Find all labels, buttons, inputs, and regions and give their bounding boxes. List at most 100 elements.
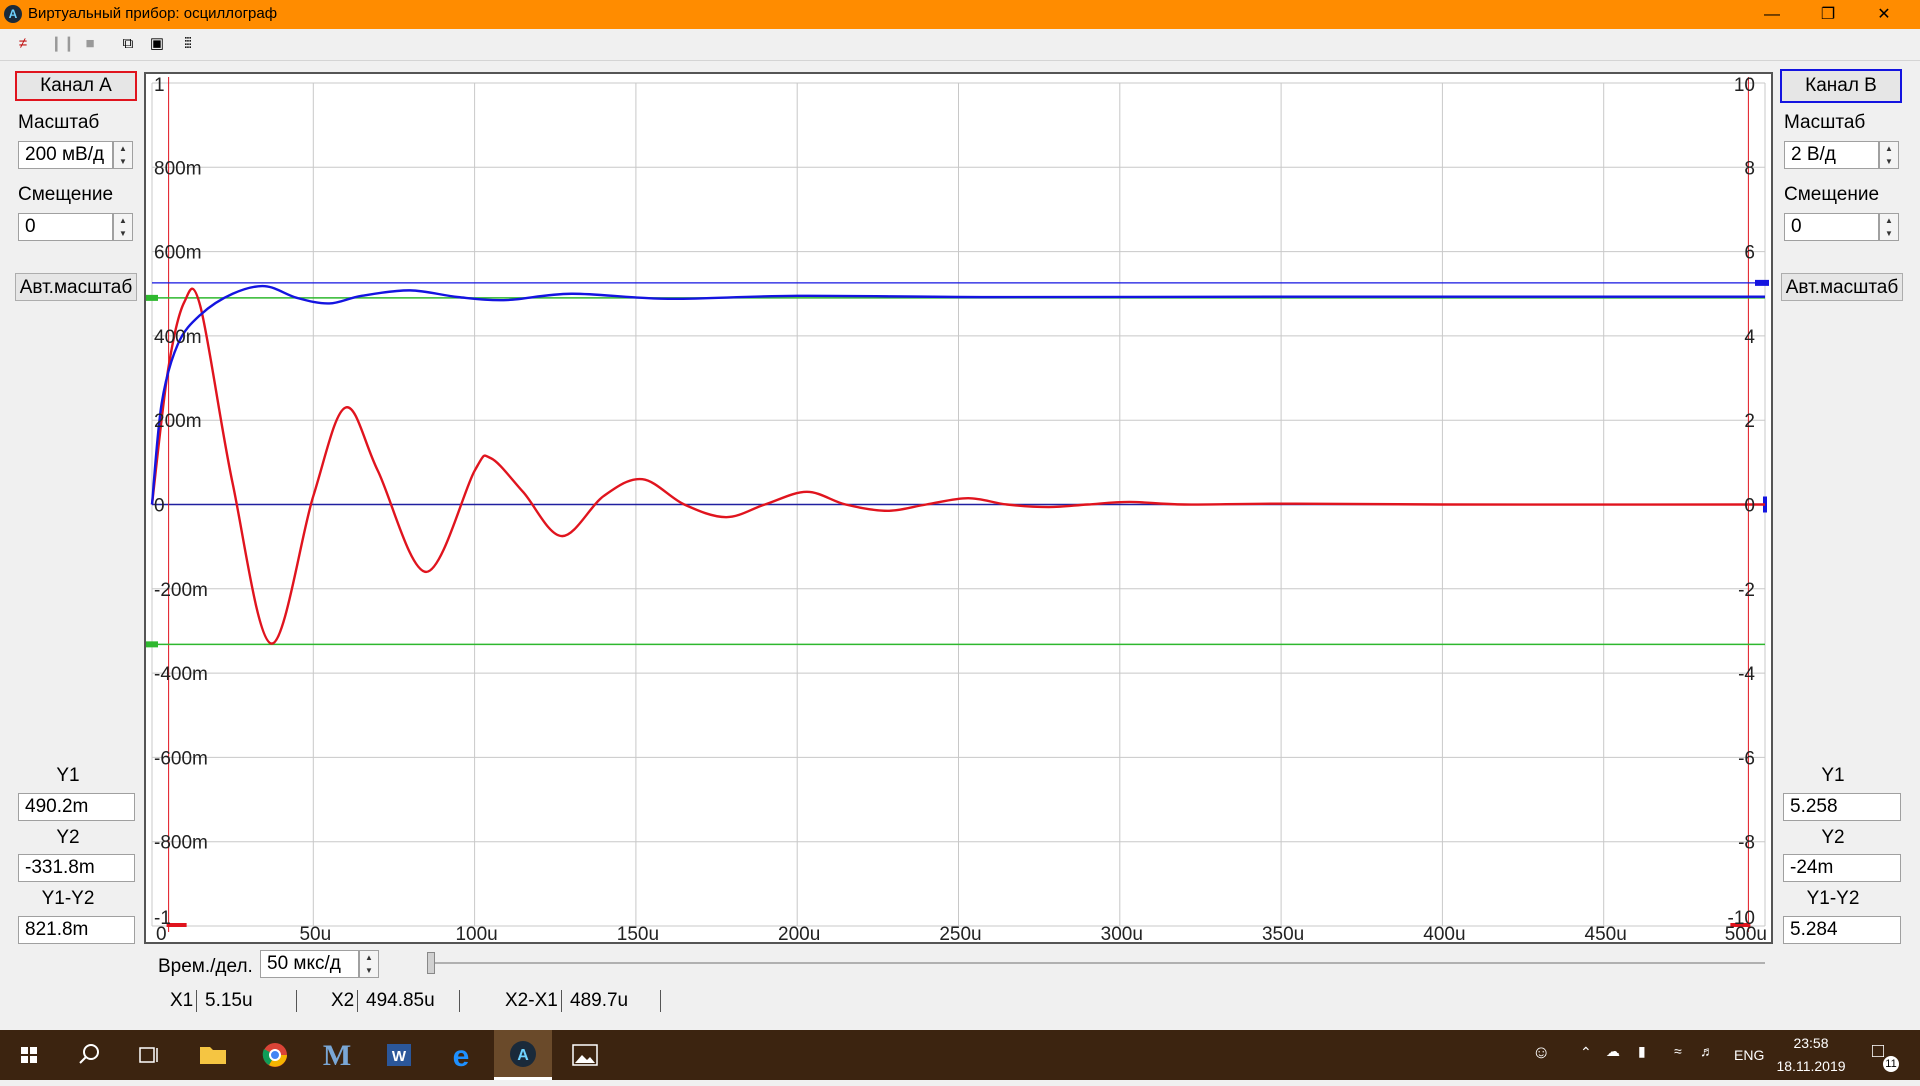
- channel-a-diff-label: Y1-Y2: [41, 888, 95, 909]
- time-slider-track[interactable]: [430, 962, 1765, 964]
- y-right-tick-label: -2: [1738, 580, 1755, 601]
- channel-b-scale-stepper[interactable]: ▲ ▼: [1879, 141, 1899, 169]
- oscilloscope-app-icon[interactable]: A: [494, 1030, 552, 1080]
- y-left-tick-label: 1: [154, 75, 165, 96]
- oscilloscope-plot[interactable]: 0 50u 100u 150u 200u 250u 300u 350u 400u 450u 500u…: [144, 72, 1773, 944]
- y-left-tick-label: 200m: [154, 411, 202, 432]
- y-left-tick-label: 400m: [154, 327, 202, 348]
- svg-text:M: M: [323, 1039, 351, 1072]
- channel-a-diff-value: 821.8m: [18, 916, 135, 944]
- cursor-y1-handle: [146, 294, 158, 301]
- cursor-right-y1-handle: [1755, 279, 1769, 286]
- x1-value: 5.15u: [196, 990, 295, 1012]
- x-tick-label: 250u: [939, 924, 981, 944]
- m-app-icon[interactable]: M: [308, 1030, 366, 1080]
- channel-a-button[interactable]: Канал А: [15, 71, 137, 101]
- dx-value-end: [660, 990, 661, 1012]
- clock-time[interactable]: 23:58: [1776, 1035, 1846, 1051]
- x1-label: X1: [170, 990, 194, 1011]
- y-left-tick-label: 600m: [154, 243, 202, 264]
- onedrive-icon[interactable]: ☁: [1606, 1043, 1620, 1060]
- channel-b-offset-label: Смещение: [1784, 184, 1880, 205]
- close-icon[interactable]: ✕: [1856, 0, 1912, 29]
- x2-value-end: [459, 990, 460, 1012]
- channel-b-offset-stepper[interactable]: ▲ ▼: [1879, 213, 1899, 241]
- channel-a-scale-label: Масштаб: [18, 112, 100, 133]
- svg-text:W: W: [392, 1048, 407, 1065]
- time-slider-thumb[interactable]: [427, 952, 435, 974]
- x1-value-end: [296, 990, 297, 1012]
- y-right-tick-label: -8: [1738, 833, 1755, 854]
- channel-a-scale-stepper[interactable]: ▲ ▼: [113, 141, 133, 169]
- language-indicator[interactable]: ENG: [1734, 1047, 1764, 1063]
- grid-icon[interactable]: ⁞⁞⁞: [176, 33, 198, 55]
- volume-icon[interactable]: ♬: [1700, 1043, 1714, 1059]
- channel-b-offset-input[interactable]: 0: [1784, 213, 1879, 241]
- dx-value: 489.7u: [561, 990, 660, 1012]
- notification-icon[interactable]: □: [1872, 1040, 1884, 1063]
- camera-icon[interactable]: ▣: [146, 33, 168, 55]
- restore-icon[interactable]: ❐: [1800, 0, 1856, 29]
- task-view-icon[interactable]: [120, 1030, 178, 1080]
- channel-b-scale-label: Масштаб: [1784, 112, 1866, 133]
- y-right-tick-label: -4: [1738, 664, 1755, 685]
- y-right-tick-label: 2: [1744, 411, 1755, 432]
- app-icon: A: [4, 5, 22, 23]
- time-div-label: Врем./дел.: [158, 956, 253, 977]
- x-tick-label: 50u: [299, 924, 331, 944]
- stop-icon[interactable]: ■: [79, 33, 101, 55]
- trigger-icon[interactable]: ≠: [12, 33, 34, 55]
- x2-label: X2: [331, 990, 355, 1011]
- channel-b-y2-label: Y2: [1821, 827, 1845, 848]
- search-icon[interactable]: [60, 1030, 118, 1080]
- title-bar: A Виртуальный прибор: осциллограф — ❐ ✕: [0, 0, 1920, 29]
- word-icon[interactable]: W: [370, 1030, 428, 1080]
- time-div-stepper[interactable]: ▲ ▼: [359, 950, 379, 978]
- channel-b-button[interactable]: Канал В: [1780, 69, 1902, 103]
- channel-b-scale-input[interactable]: 2 В/д: [1784, 141, 1879, 169]
- channel-b-autoscale-button[interactable]: Авт.масштаб: [1781, 273, 1903, 301]
- edge-icon[interactable]: e: [432, 1030, 490, 1080]
- battery-icon[interactable]: ▮: [1638, 1043, 1646, 1060]
- channel-a-autoscale-button[interactable]: Авт.масштаб: [15, 273, 137, 301]
- channel-b-y2-value: -24m: [1783, 854, 1901, 882]
- clock-date[interactable]: 18.11.2019: [1776, 1058, 1846, 1074]
- window-title: Виртуальный прибор: осциллограф: [28, 5, 278, 22]
- x-tick-label: 150u: [617, 924, 659, 944]
- channel-a-scale-input[interactable]: 200 мВ/д: [18, 141, 113, 169]
- channel-b-diff-label: Y1-Y2: [1806, 888, 1860, 909]
- chrome-icon[interactable]: [246, 1030, 304, 1080]
- time-div-input[interactable]: 50 мкс/д: [260, 950, 359, 978]
- tick-labels: 0 50u 100u 150u 200u 250u 300u 350u 400u 450u 500u…: [154, 75, 1767, 944]
- people-icon[interactable]: ☺: [1532, 1042, 1550, 1063]
- channel-a-offset-input[interactable]: 0: [18, 213, 113, 241]
- x-tick-label: 400u: [1423, 924, 1465, 944]
- y-right-tick-label: 8: [1744, 158, 1755, 179]
- pause-icon[interactable]: ❙❙: [50, 33, 75, 55]
- channel-b-y1-label: Y1: [1821, 765, 1845, 786]
- channel-a-y2-value: -331.8m: [18, 854, 135, 882]
- tray-chevron-up-icon[interactable]: ⌃: [1580, 1044, 1592, 1061]
- channel-a-offset-label: Смещение: [18, 184, 114, 205]
- photos-icon[interactable]: [556, 1030, 614, 1080]
- toolbar: ≠ ❙❙ ■ ⧉ ▣ ⁞⁞⁞: [0, 29, 1920, 61]
- channel-b-diff-value: 5.284: [1783, 916, 1901, 944]
- y-right-tick-label: -10: [1728, 908, 1755, 929]
- channel-a-y1-value: 490.2m: [18, 793, 135, 821]
- y-left-tick-label: 800m: [154, 158, 202, 179]
- x-tick-label: 300u: [1101, 924, 1143, 944]
- svg-text:e: e: [453, 1040, 470, 1073]
- channel-b-y1-value: 5.258: [1783, 793, 1901, 821]
- copy-icon[interactable]: ⧉: [117, 33, 139, 55]
- minimize-icon[interactable]: —: [1744, 0, 1800, 29]
- file-explorer-icon[interactable]: [184, 1030, 242, 1080]
- y-left-tick-label: -800m: [154, 833, 208, 854]
- y-right-tick-label: 6: [1744, 243, 1755, 264]
- channel-a-y2-label: Y2: [56, 827, 80, 848]
- channel-a-offset-stepper[interactable]: ▲ ▼: [113, 213, 133, 241]
- y-right-tick-label: 10: [1734, 75, 1755, 96]
- y-right-tick-label: 0: [1744, 496, 1755, 517]
- wifi-icon[interactable]: ≈: [1674, 1043, 1682, 1059]
- cursor-y2-handle: [146, 641, 158, 648]
- start-icon[interactable]: [0, 1030, 58, 1080]
